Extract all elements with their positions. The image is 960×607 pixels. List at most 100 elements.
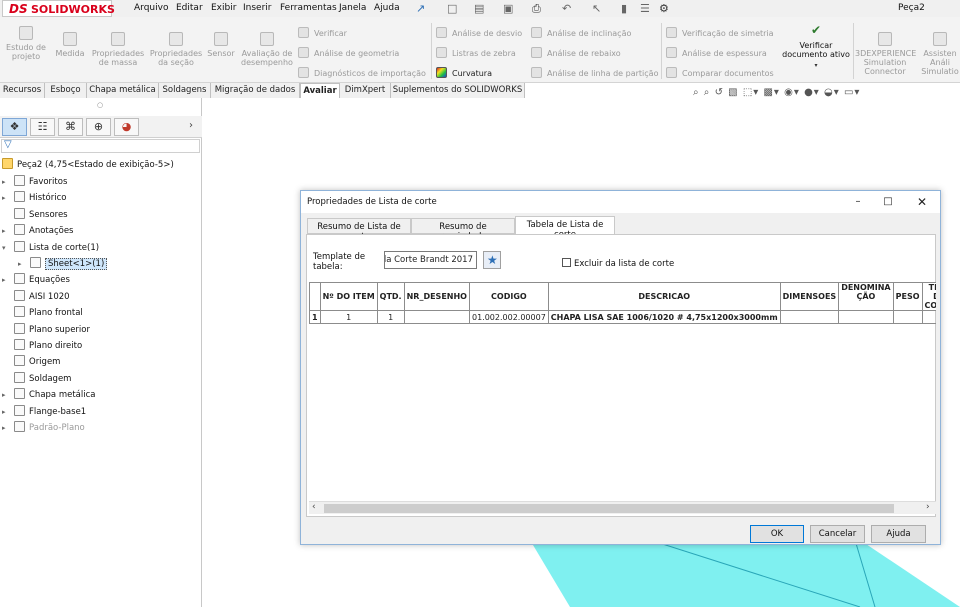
table-cell[interactable] — [403, 310, 470, 324]
corner-cell[interactable] — [309, 282, 321, 311]
geometry-analysis-button[interactable]: Análise de geometria — [298, 47, 399, 58]
save-icon[interactable]: ▣ — [503, 2, 513, 15]
part-geometry-viewport[interactable] — [530, 540, 960, 607]
tree-item[interactable]: AISI 1020 — [2, 289, 70, 304]
display-manager-tab-icon[interactable]: ◕ — [114, 118, 139, 136]
menu-ferramentas[interactable]: Ferramentas — [280, 3, 337, 13]
new-document-icon[interactable]: □ — [447, 2, 457, 15]
chevron-right-icon[interactable]: ▸ — [2, 227, 14, 235]
measure-button[interactable]: Medida — [52, 32, 88, 58]
column-header[interactable]: PESO — [892, 282, 923, 311]
chevron-down-icon[interactable]: ▾ — [2, 244, 14, 252]
parting-line-analysis-button[interactable]: Análise de linha de partição — [531, 67, 658, 78]
compare-documents-button[interactable]: Comparar documentos — [666, 67, 774, 78]
curvature-button[interactable]: Curvatura — [436, 67, 492, 78]
column-header[interactable]: QTD. — [376, 282, 405, 311]
scroll-right-icon[interactable]: › — [926, 502, 930, 512]
verify-button[interactable]: Verificar — [298, 27, 347, 38]
maximize-icon[interactable]: □ — [876, 194, 900, 210]
tree-item[interactable]: ▸ Histórico — [2, 191, 66, 205]
view-orientation-icon[interactable]: ⬚▾ — [743, 87, 759, 98]
tree-item[interactable]: Soldagem — [2, 371, 71, 386]
verify-active-document-button[interactable]: ✔ Verificar documento ativo ▾ — [780, 24, 852, 70]
print-icon[interactable]: ⎙ — [532, 2, 541, 16]
table-cell[interactable] — [779, 310, 840, 324]
options-gear-icon[interactable]: ⚙ — [659, 2, 669, 15]
tree-item[interactable]: ▾ Lista de corte(1) — [2, 240, 99, 255]
tree-root[interactable]: Peça2 (4,75<Estado de exibição-5>) — [2, 158, 174, 172]
chevron-right-icon[interactable]: ▸ — [2, 408, 14, 416]
tab-migracao-de-dados[interactable]: Migração de dados — [211, 83, 300, 98]
column-header[interactable]: DESCRICAO — [547, 282, 781, 311]
tab-cut-list-table[interactable]: Tabela de Lista de corte — [515, 216, 615, 240]
table-cell[interactable]: CHAPA LISA SAE 1006/1020 # 4,75x1200x300… — [547, 310, 781, 324]
template-browse-button[interactable]: ★ — [483, 251, 501, 269]
template-input[interactable]: Tabela Corte Brandt 2017 — [384, 251, 477, 269]
column-header[interactable]: Nº DO ITEM — [319, 282, 378, 311]
tab-avaliar[interactable]: Avaliar — [300, 83, 340, 98]
tree-item[interactable]: ▸ Favoritos — [2, 175, 67, 189]
table-cell[interactable] — [921, 310, 936, 324]
chevron-right-icon[interactable]: ▸ — [2, 178, 14, 186]
table-cell[interactable]: 1 — [319, 310, 378, 324]
tab-esboco[interactable]: Esboço — [45, 83, 87, 98]
tree-item[interactable]: ▸ Equações — [2, 273, 70, 287]
table-cell[interactable]: 1 — [376, 310, 405, 324]
tree-item[interactable]: ▸ Sheet<1>(1) — [18, 257, 108, 271]
tab-cut-list-summary[interactable]: Resumo de Lista de corte — [307, 218, 411, 242]
select-icon[interactable]: ↖ — [592, 2, 601, 15]
tree-filter[interactable]: ▽ — [1, 139, 200, 153]
zoom-area-icon[interactable]: ⌕ — [704, 87, 711, 98]
scrollbar-thumb[interactable] — [324, 504, 894, 513]
chevron-right-icon[interactable]: ▸ — [2, 424, 14, 432]
menu-inserir[interactable]: Inserir — [243, 3, 272, 13]
chevron-right-icon[interactable]: ▸ — [2, 276, 14, 284]
design-study-button[interactable]: Estudo de projeto — [2, 26, 50, 61]
ok-button[interactable]: OK — [750, 525, 804, 543]
scroll-left-icon[interactable]: ‹ — [312, 502, 316, 512]
tree-item[interactable]: Plano direito — [2, 339, 82, 353]
open-document-icon[interactable]: ▤ — [474, 2, 484, 15]
tree-item[interactable]: ▸ Padrão-Plano — [2, 421, 85, 435]
file-properties-icon[interactable]: ☰ — [640, 2, 650, 15]
tab-chapa-metalica[interactable]: Chapa metálica — [87, 83, 159, 98]
configuration-manager-tab-icon[interactable]: ⌘ — [58, 118, 83, 136]
scene-icon[interactable]: ◒▾ — [824, 87, 840, 98]
simulation-connector-button[interactable]: 3DEXPERIENCE Simulation Connector — [855, 32, 916, 76]
minimize-icon[interactable]: – — [846, 194, 870, 210]
appearance-icon[interactable]: ●▾ — [804, 87, 820, 98]
previous-view-icon[interactable]: ↺ — [715, 87, 724, 98]
column-header[interactable]: DIMENSOES — [779, 282, 840, 311]
chevron-right-icon[interactable]: ▸ — [18, 260, 30, 268]
chevron-right-icon[interactable]: ▸ — [2, 391, 14, 399]
tab-soldagens[interactable]: Soldagens — [159, 83, 211, 98]
tree-item[interactable]: ▸ Anotações — [2, 224, 73, 238]
tab-dimxpert[interactable]: DimXpert — [340, 83, 391, 98]
tree-item[interactable]: ▸ Chapa metálica — [2, 388, 96, 402]
undercut-analysis-button[interactable]: Análise de rebaixo — [531, 47, 621, 58]
menu-ajuda[interactable]: Ajuda — [374, 3, 400, 13]
menu-exibir[interactable]: Exibir — [211, 3, 236, 13]
simulation-assistant-button[interactable]: Assisten Análi Simulatio — [918, 32, 960, 76]
display-style-icon[interactable]: ▩▾ — [763, 87, 779, 98]
table-cell[interactable] — [892, 310, 923, 324]
column-header[interactable]: NR_DESENHO — [403, 282, 470, 311]
chevron-right-icon[interactable]: ▸ — [2, 194, 14, 202]
rebuild-icon[interactable]: ▮ — [621, 2, 627, 15]
close-icon[interactable]: ✕ — [910, 194, 934, 210]
table-cell[interactable]: 01.002.002.00007 — [468, 310, 549, 324]
deviation-analysis-button[interactable]: Análise de desvio — [436, 27, 522, 38]
sensor-button[interactable]: Sensor — [205, 32, 237, 58]
tab-recursos[interactable]: Recursos — [0, 83, 45, 98]
section-properties-button[interactable]: Propriedades da seção — [148, 32, 204, 67]
cancel-button[interactable]: Cancelar — [810, 525, 865, 543]
hide-show-items-icon[interactable]: ◉▾ — [784, 87, 800, 98]
thickness-analysis-button[interactable]: Análise de espessura — [666, 47, 767, 58]
tree-item[interactable]: Origem — [2, 355, 60, 369]
horizontal-scrollbar[interactable]: ‹ › — [309, 501, 936, 514]
tree-item[interactable]: Sensores — [2, 207, 68, 222]
table-cell[interactable] — [838, 310, 894, 324]
tree-item[interactable]: Plano frontal — [2, 306, 83, 320]
pin-icon[interactable]: ↗ — [416, 2, 425, 15]
solidworks-logo[interactable]: DS SOLIDWORKS — [2, 0, 115, 17]
